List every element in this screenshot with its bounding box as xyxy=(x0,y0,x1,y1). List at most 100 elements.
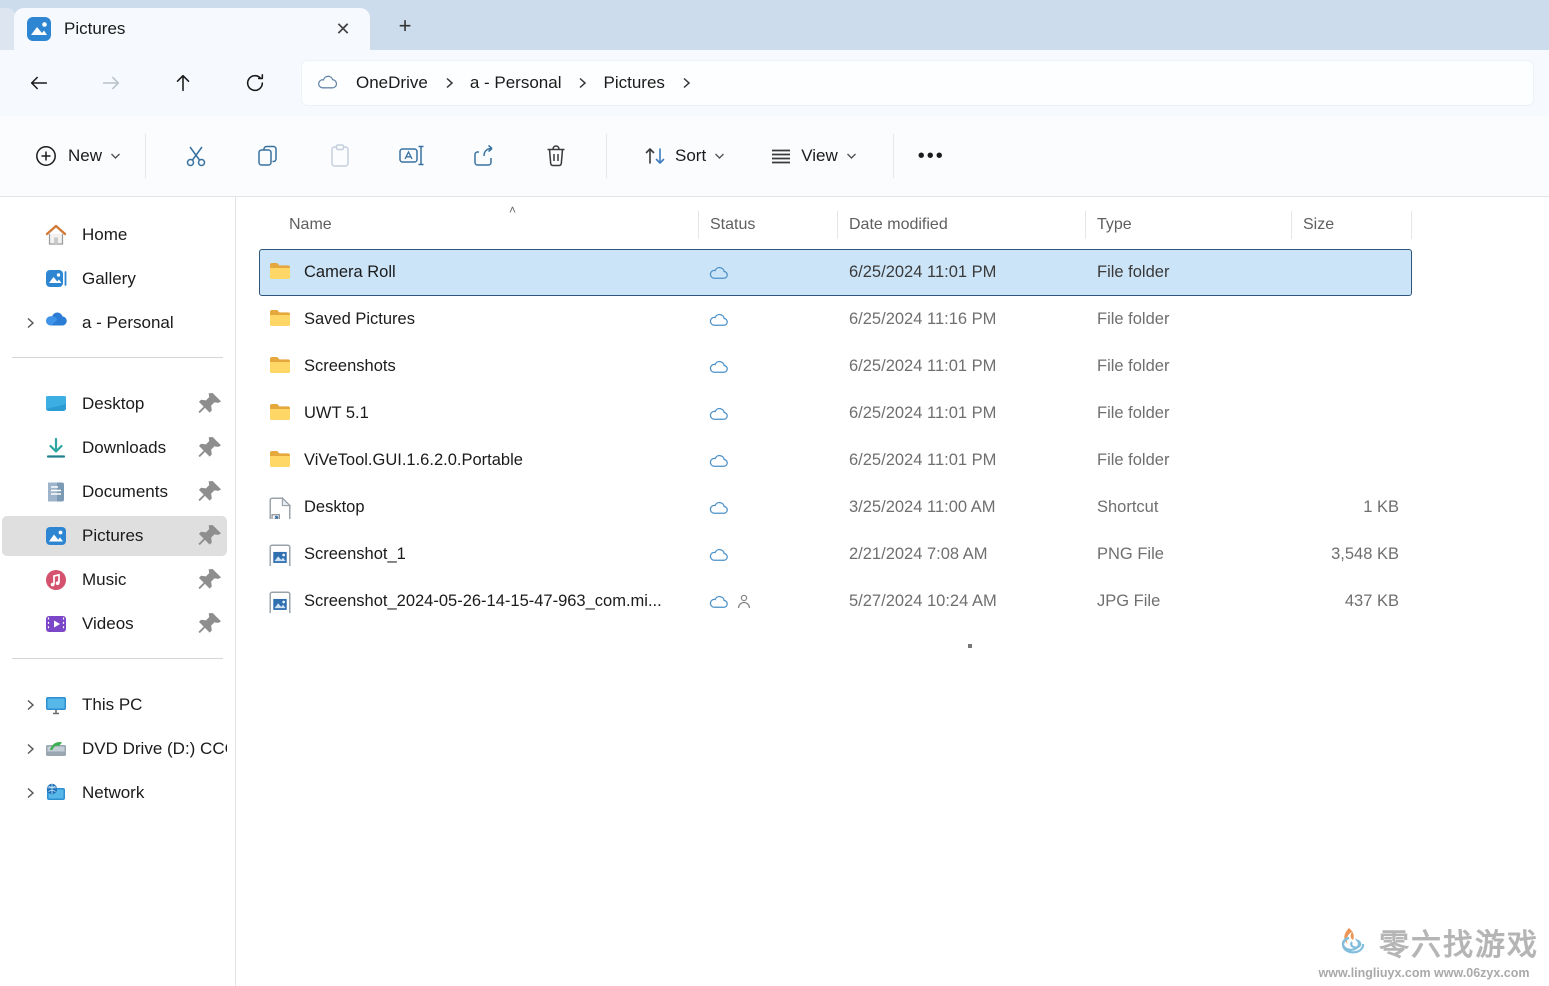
thispc-icon xyxy=(44,693,68,717)
sidebar-item-home[interactable]: Home xyxy=(2,215,227,255)
navigation-bar: OneDrive a - Personal Pictures xyxy=(0,50,1549,116)
copy-button[interactable] xyxy=(242,132,294,180)
toolbar-divider xyxy=(893,134,894,178)
file-name: ViVeTool.GUI.1.6.2.0.Portable xyxy=(304,451,523,470)
file-row[interactable]: ViVeTool.GUI.1.6.2.0.Portable 6/25/2024 … xyxy=(259,437,1412,484)
chevron-down-icon xyxy=(110,152,121,160)
expand-chevron-icon[interactable] xyxy=(16,787,44,799)
file-row[interactable]: Screenshot_2024-05-26-14-15-47-963_com.m… xyxy=(259,578,1412,625)
file-name: Screenshot_1 xyxy=(304,545,406,564)
rename-button[interactable] xyxy=(386,132,438,180)
sidebar-item-gallery[interactable]: Gallery xyxy=(2,259,227,299)
column-header-name[interactable]: ˄ Name xyxy=(259,211,699,239)
new-tab-button[interactable]: + xyxy=(388,10,422,42)
music-icon xyxy=(44,568,68,592)
tab-close-icon[interactable]: ✕ xyxy=(328,14,358,44)
up-button[interactable] xyxy=(161,63,205,103)
column-header-status[interactable]: Status xyxy=(699,211,838,239)
file-row[interactable]: Saved Pictures 6/25/2024 11:16 PM File f… xyxy=(259,296,1412,343)
column-header-type[interactable]: Type xyxy=(1086,211,1292,239)
sidebar-item-pictures[interactable]: Pictures xyxy=(2,516,227,556)
sidebar-item-label: Documents xyxy=(82,482,197,502)
image-icon xyxy=(269,591,291,613)
delete-button[interactable] xyxy=(530,132,582,180)
breadcrumb-pictures[interactable]: Pictures xyxy=(595,69,672,97)
expand-chevron-icon[interactable] xyxy=(16,743,44,755)
view-button[interactable]: View xyxy=(757,136,869,176)
sidebar-item-music[interactable]: Music xyxy=(2,560,227,600)
file-row[interactable]: Desktop 3/25/2024 11:00 AM Shortcut 1 KB xyxy=(259,484,1412,531)
chevron-down-icon xyxy=(714,152,725,160)
refresh-button[interactable] xyxy=(233,63,277,103)
paste-button[interactable] xyxy=(314,132,366,180)
sidebar-item-network[interactable]: Network xyxy=(2,773,227,813)
status-cell xyxy=(700,547,839,562)
sidebar-divider xyxy=(12,658,223,659)
chevron-right-icon[interactable] xyxy=(673,77,699,89)
chevron-right-icon[interactable] xyxy=(569,77,595,89)
toolbar-divider xyxy=(606,134,607,178)
date-modified-cell: 6/25/2024 11:01 PM xyxy=(839,404,1087,423)
file-rows: Camera Roll 6/25/2024 11:01 PM File fold… xyxy=(259,249,1412,625)
file-name: Desktop xyxy=(304,498,365,517)
videos-icon xyxy=(44,612,68,636)
expand-chevron-icon[interactable] xyxy=(16,317,44,329)
column-header-size[interactable]: Size xyxy=(1292,211,1412,239)
file-row[interactable]: UWT 5.1 6/25/2024 11:01 PM File folder xyxy=(259,390,1412,437)
new-button[interactable]: New xyxy=(24,136,131,176)
cloud-status-icon xyxy=(708,406,729,421)
watermark-logo-icon xyxy=(1335,924,1371,960)
file-row[interactable]: Camera Roll 6/25/2024 11:01 PM File fold… xyxy=(259,249,1412,296)
date-modified-cell: 6/25/2024 11:01 PM xyxy=(839,357,1087,376)
breadcrumb-a-personal[interactable]: a - Personal xyxy=(462,69,570,97)
onedrive-icon xyxy=(44,311,68,335)
more-options-button[interactable]: ••• xyxy=(918,145,945,168)
sidebar-item-videos[interactable]: Videos xyxy=(2,604,227,644)
file-name: Screenshot_2024-05-26-14-15-47-963_com.m… xyxy=(304,592,662,611)
back-button[interactable] xyxy=(17,63,61,103)
view-button-label: View xyxy=(801,146,838,166)
file-row[interactable]: Screenshots 6/25/2024 11:01 PM File fold… xyxy=(259,343,1412,390)
folder-icon xyxy=(269,403,291,425)
type-cell: File folder xyxy=(1087,310,1293,329)
file-list-pane: ˄ Name Status Date modified Type Size Ca… xyxy=(236,197,1549,986)
sidebar-item-downloads[interactable]: Downloads xyxy=(2,428,227,468)
status-cell xyxy=(700,594,839,609)
share-button[interactable] xyxy=(458,132,510,180)
onedrive-breadcrumb-icon xyxy=(316,75,338,91)
shortcut-icon xyxy=(269,497,291,519)
sort-button[interactable]: Sort xyxy=(631,136,737,176)
sidebar-item-this-pc[interactable]: This PC xyxy=(2,685,227,725)
forward-button[interactable] xyxy=(89,63,133,103)
folder-icon xyxy=(269,356,291,378)
pin-icon xyxy=(197,391,223,417)
type-cell: JPG File xyxy=(1087,592,1293,611)
toolbar-divider xyxy=(145,134,146,178)
folder-icon xyxy=(269,450,291,472)
column-header-date-modified[interactable]: Date modified xyxy=(838,211,1086,239)
sort-icon xyxy=(643,144,667,168)
chevron-right-icon[interactable] xyxy=(436,77,462,89)
pictures-icon xyxy=(44,524,68,548)
status-cell xyxy=(700,453,839,468)
expand-chevron-icon[interactable] xyxy=(16,699,44,711)
cloud-status-icon xyxy=(708,359,729,374)
image-icon xyxy=(269,544,291,566)
pictures-tab-icon xyxy=(26,16,52,42)
date-modified-cell: 6/25/2024 11:01 PM xyxy=(839,451,1087,470)
sidebar-item-dvd-drive[interactable]: DVD Drive (D:) CCC xyxy=(2,729,227,769)
sidebar-item-documents[interactable]: Documents xyxy=(2,472,227,512)
file-name: Screenshots xyxy=(304,357,396,376)
date-modified-cell: 6/25/2024 11:01 PM xyxy=(839,263,1087,282)
cut-button[interactable] xyxy=(170,132,222,180)
breadcrumb-onedrive[interactable]: OneDrive xyxy=(348,69,436,97)
sidebar-item-desktop[interactable]: Desktop xyxy=(2,384,227,424)
status-cell xyxy=(700,500,839,515)
tab-pictures[interactable]: Pictures ✕ xyxy=(14,8,370,50)
file-row[interactable]: Screenshot_1 2/21/2024 7:08 AM PNG File … xyxy=(259,531,1412,578)
type-cell: File folder xyxy=(1087,451,1293,470)
sidebar-item-a-personal[interactable]: a - Personal xyxy=(2,303,227,343)
sidebar-item-label: Videos xyxy=(82,614,197,634)
status-cell xyxy=(700,406,839,421)
address-bar[interactable]: OneDrive a - Personal Pictures xyxy=(301,60,1534,106)
